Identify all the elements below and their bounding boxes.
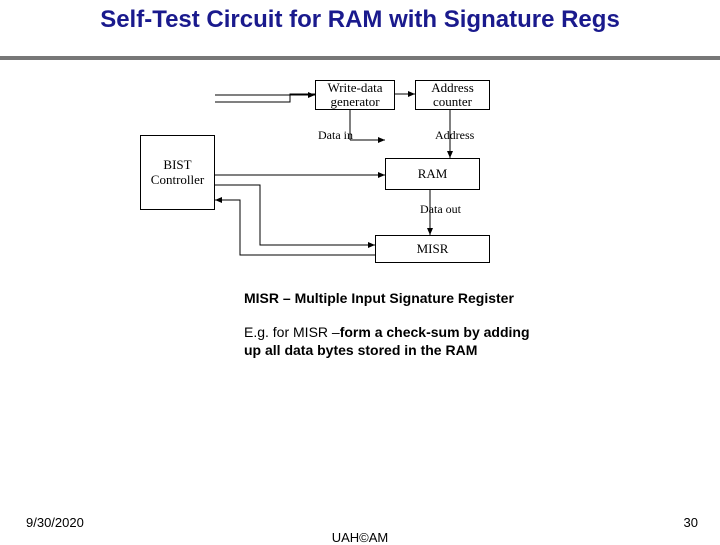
title-underline [0, 56, 720, 60]
page-title: Self-Test Circuit for RAM with Signature… [0, 0, 720, 34]
footer-center: UAH©AM [0, 530, 720, 545]
block-write-data-generator: Write-data generator [315, 80, 395, 110]
block-diagram: BIST Controller Write-data generator Add… [140, 80, 560, 275]
block-ram: RAM [385, 158, 480, 190]
footer-date: 9/30/2020 [26, 515, 84, 530]
label-address: Address [435, 128, 474, 143]
label-data-in: Data in [318, 128, 353, 143]
misr-example: E.g. for MISR –form a check-sum by addin… [244, 324, 544, 359]
block-address-counter: Address counter [415, 80, 490, 110]
block-bist-controller: BIST Controller [140, 135, 215, 210]
block-misr: MISR [375, 235, 490, 263]
notes-block: MISR – Multiple Input Signature Register… [244, 290, 544, 359]
label-data-out: Data out [420, 202, 461, 217]
misr-definition: MISR – Multiple Input Signature Register [244, 290, 544, 306]
misr-example-lead: E.g. for MISR – [244, 324, 340, 340]
footer-page-number: 30 [684, 515, 698, 530]
